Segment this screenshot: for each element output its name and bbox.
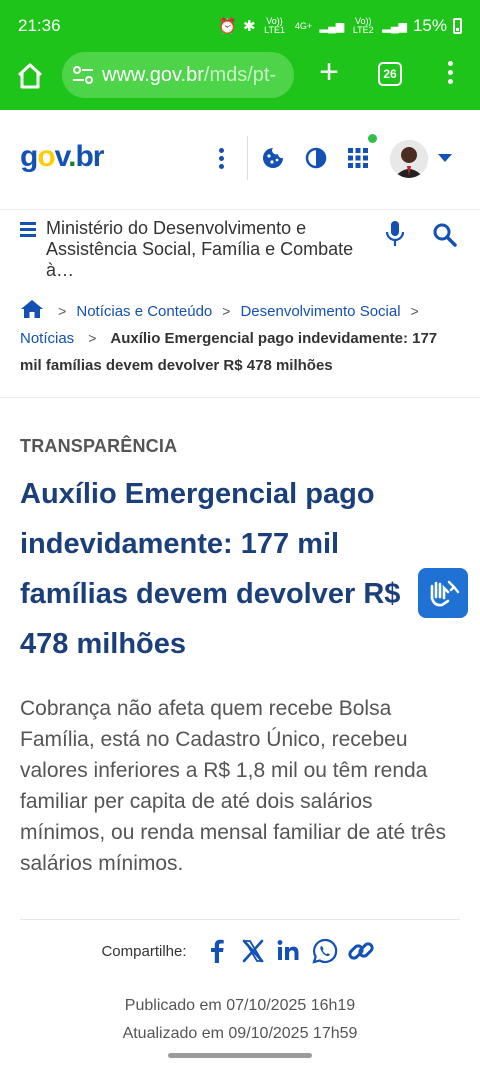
url-host: www.gov.br: [102, 63, 204, 86]
browser-chrome: 21:36 ⏰ ✱ Vo)) LTE1 4G+ ▂▄▆ Vo)) LTE2 ▂▄…: [0, 0, 480, 110]
address-bar[interactable]: www.gov.br/mds/pt-: [62, 52, 294, 98]
network-3-label: Vo)) LTE2: [352, 16, 374, 35]
breadcrumb-item[interactable]: Desenvolvimento Social: [240, 303, 400, 320]
whatsapp-icon[interactable]: [310, 936, 340, 966]
article-summary: Cobrança não afeta quem recebe Bolsa Fam…: [20, 697, 447, 875]
apps-grid-icon[interactable]: [346, 146, 370, 170]
chevron-down-icon[interactable]: [438, 154, 452, 162]
new-tab-button[interactable]: +: [314, 55, 344, 89]
breadcrumb-separator: >: [222, 303, 231, 319]
url-path: /mds/pt-: [203, 63, 277, 86]
header-more-icon[interactable]: [219, 148, 225, 172]
status-time: 21:36: [18, 16, 61, 35]
cookie-icon[interactable]: [261, 146, 285, 170]
menu-icon[interactable]: [20, 222, 36, 237]
share-bar: Compartilhe:: [20, 920, 460, 966]
share-label: Compartilhe:: [101, 942, 187, 960]
status-icons: ⏰ ✱ Vo)) LTE1 4G+ ▂▄▆ Vo)) LTE2 ▂▄▆ 15%: [218, 16, 462, 36]
breadcrumb-home-icon[interactable]: [20, 299, 44, 319]
breadcrumb-current: Auxílio Emergencial pago indevidamente: …: [20, 330, 438, 374]
breadcrumb-separator: >: [58, 303, 67, 319]
breadcrumb-separator: >: [88, 330, 97, 346]
article-dates: Publicado em 07/10/2025 16h19 Atualizado…: [20, 992, 460, 1048]
published-date: Publicado em 07/10/2025 16h19: [124, 997, 356, 1014]
linkedin-icon[interactable]: [274, 936, 304, 966]
govbr-logo[interactable]: gov.br: [20, 140, 104, 174]
tune-icon[interactable]: [72, 66, 94, 84]
breadcrumb: > Notícias e Conteúdo > Desenvolvimento Soc…: [0, 280, 480, 398]
network-2-label: 4G+: [294, 20, 313, 31]
more-icon[interactable]: [440, 58, 460, 90]
status-bar: 21:36 ⏰ ✱ Vo)) LTE1 4G+ ▂▄▆ Vo)) LTE2 ▂▄…: [0, 0, 480, 52]
contrast-icon[interactable]: [304, 146, 328, 170]
facebook-icon[interactable]: [202, 936, 232, 966]
signal-2-icon: ▂▄▆: [382, 20, 407, 33]
plus-icon: +: [319, 53, 339, 91]
ministry-bar: Ministério do Desenvolvimento e Assistên…: [0, 210, 480, 280]
article-title: Auxílio Emergencial pago indevidamente: …: [20, 478, 401, 660]
article: TRANSPARÊNCIA Auxílio Emergencial pago i…: [0, 398, 480, 1048]
alarm-icon: ⏰: [218, 18, 237, 35]
x-icon[interactable]: [238, 936, 268, 966]
header-divider: [247, 136, 248, 180]
signal-icon: ▂▄▆: [319, 20, 345, 33]
vlibras-icon[interactable]: [418, 568, 468, 618]
updated-date: Atualizado em 09/10/2025 17h59: [122, 1025, 358, 1042]
battery-percent: 15%: [412, 16, 447, 35]
notification-dot: [368, 134, 377, 143]
link-icon[interactable]: [346, 936, 376, 966]
tabs-icon[interactable]: 26: [378, 62, 402, 86]
site-header: gov.br: [0, 110, 480, 210]
url-row: www.gov.br/mds/pt- + 26: [0, 52, 480, 100]
breadcrumb-item[interactable]: Notícias: [20, 330, 74, 347]
mic-icon[interactable]: [384, 220, 406, 248]
battery-icon: [453, 18, 462, 34]
gesture-bar[interactable]: [168, 1053, 312, 1058]
avatar[interactable]: [390, 140, 428, 178]
network-1-label: Vo)) LTE1: [264, 16, 285, 35]
search-icon[interactable]: [432, 222, 458, 248]
home-icon[interactable]: [14, 60, 46, 92]
bluetooth-icon: ✱: [242, 18, 256, 35]
breadcrumb-item[interactable]: Notícias e Conteúdo: [76, 303, 212, 320]
article-kicker: TRANSPARÊNCIA: [20, 436, 178, 456]
ministry-name[interactable]: Ministério do Desenvolvimento e Assistên…: [46, 218, 376, 281]
breadcrumb-separator: >: [410, 303, 419, 319]
